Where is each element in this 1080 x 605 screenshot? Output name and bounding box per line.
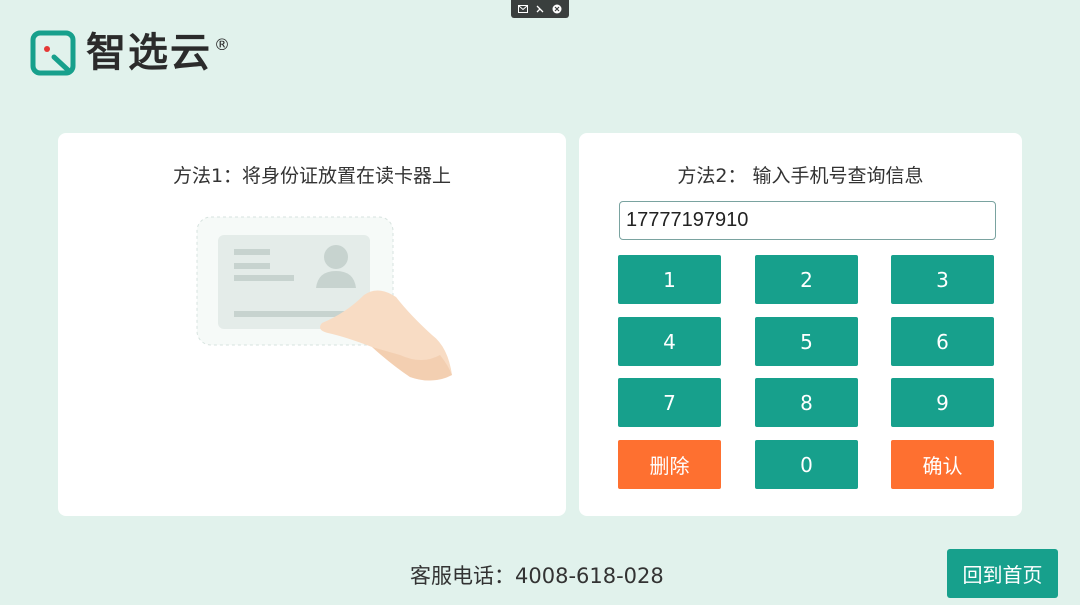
collapse-icon[interactable]: [534, 3, 546, 15]
brand-logo: 智选云 ®: [30, 30, 230, 76]
delete-button[interactable]: 删除: [618, 440, 721, 489]
id-card-reader-illustration: [196, 216, 452, 381]
method2-title: 方法2： 输入手机号查询信息: [677, 165, 924, 187]
key-3[interactable]: 3: [891, 255, 994, 304]
message-icon[interactable]: [517, 3, 529, 15]
method1-title: 方法1：将身份证放置在读卡器上: [172, 165, 452, 187]
key-5[interactable]: 5: [755, 317, 858, 366]
key-9[interactable]: 9: [891, 378, 994, 427]
key-6[interactable]: 6: [891, 317, 994, 366]
logo-text: 智选云: [86, 30, 212, 76]
back-to-home-button[interactable]: 回到首页: [947, 549, 1058, 598]
key-0[interactable]: 0: [755, 440, 858, 489]
id-card-panel: 方法1：将身份证放置在读卡器上: [58, 133, 566, 516]
confirm-button[interactable]: 确认: [891, 440, 994, 489]
window-control-bar: [511, 0, 569, 18]
customer-service-hotline: 客服电话：4008-618-028: [410, 564, 664, 588]
key-2[interactable]: 2: [755, 255, 858, 304]
key-8[interactable]: 8: [755, 378, 858, 427]
key-4[interactable]: 4: [618, 317, 721, 366]
phone-number-input[interactable]: 17777197910: [619, 201, 996, 240]
key-1[interactable]: 1: [618, 255, 721, 304]
close-icon[interactable]: [551, 3, 563, 15]
key-7[interactable]: 7: [618, 378, 721, 427]
phone-panel: 方法2： 输入手机号查询信息 17777197910 1 2 3 4 5 6 7…: [579, 133, 1022, 516]
logo-mark-icon: [30, 30, 76, 76]
registered-mark: ®: [214, 34, 230, 54]
